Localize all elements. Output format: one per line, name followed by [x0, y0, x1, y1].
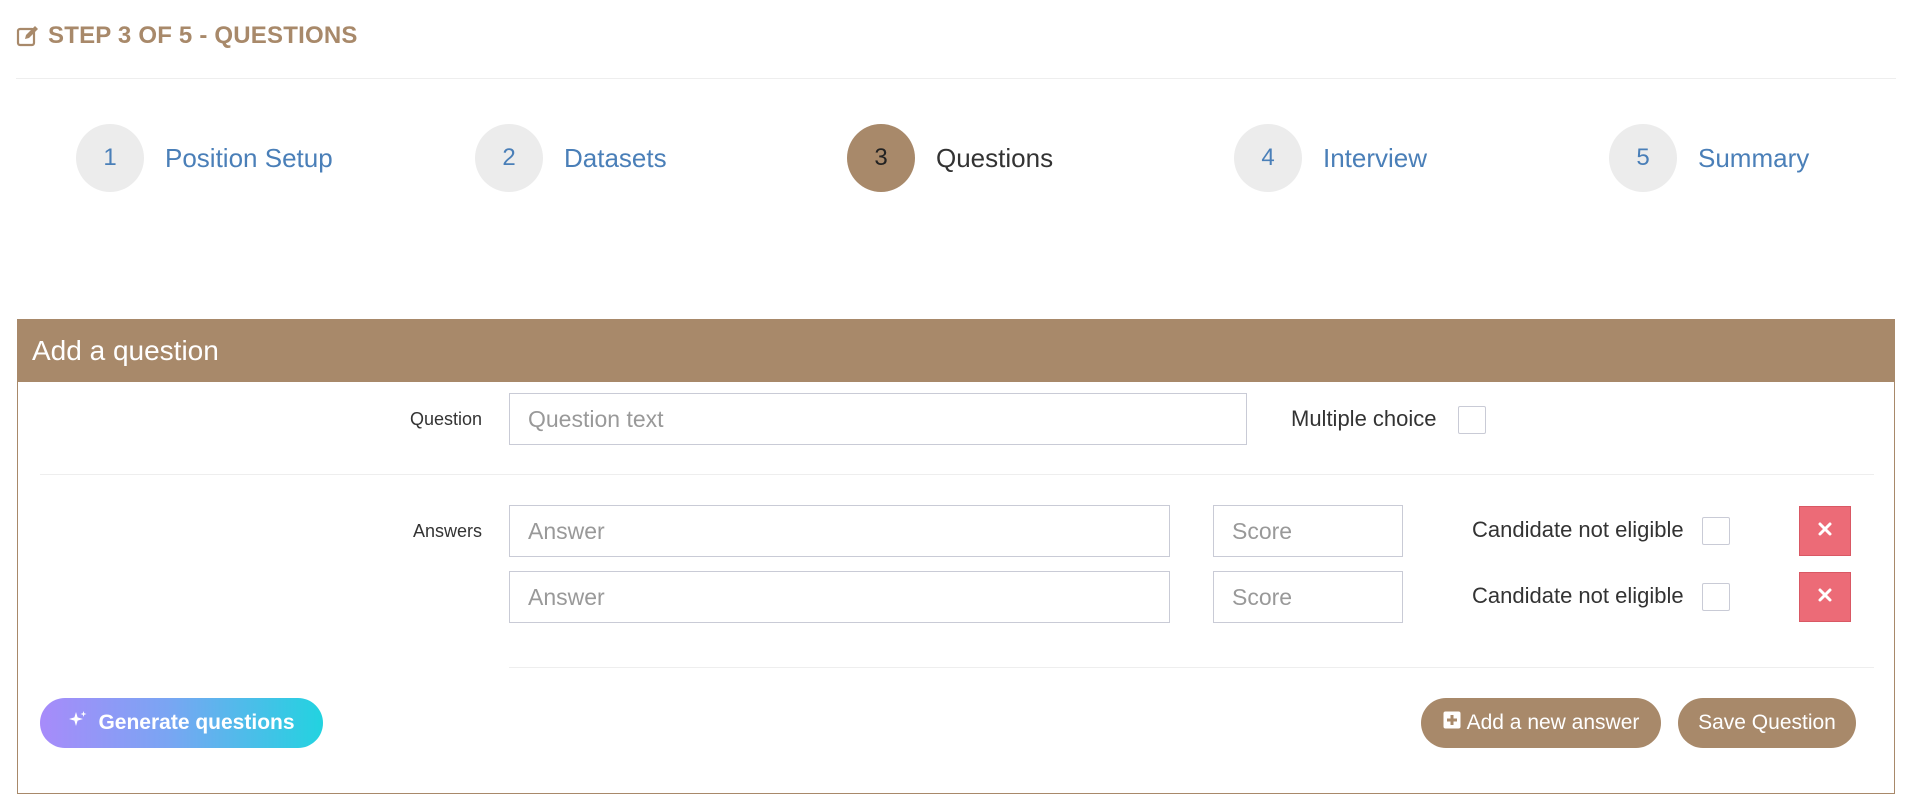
score-input[interactable]: [1213, 571, 1403, 623]
step-position-setup[interactable]: 1 Position Setup: [76, 124, 333, 192]
plus-square-icon: [1443, 711, 1461, 735]
not-eligible-checkbox[interactable]: [1702, 517, 1730, 545]
step-label: Position Setup: [165, 142, 333, 173]
page: STEP 3 OF 5 - QUESTIONS 1 Position Setup…: [0, 0, 1912, 809]
card-title: Add a question: [18, 320, 1894, 382]
not-eligible-label: Candidate not eligible: [1472, 583, 1684, 608]
answer-input[interactable]: [509, 505, 1170, 557]
step-label: Datasets: [564, 142, 667, 173]
step-datasets[interactable]: 2 Datasets: [475, 124, 667, 192]
step-label: Interview: [1323, 142, 1428, 173]
step-interview[interactable]: 4 Interview: [1234, 124, 1427, 192]
step-questions[interactable]: 3 Questions: [847, 124, 1053, 192]
page-title: STEP 3 OF 5 - QUESTIONS: [48, 22, 358, 49]
add-answer-label: Add a new answer: [1466, 711, 1640, 734]
step-summary[interactable]: 5 Summary: [1609, 124, 1809, 192]
add-answer-button[interactable]: Add a new answer: [1421, 698, 1661, 748]
save-question-button[interactable]: Save Question: [1678, 698, 1856, 748]
section-divider: [40, 474, 1874, 475]
save-question-label: Save Question: [1698, 711, 1836, 734]
header-divider: [16, 78, 1896, 79]
multiple-choice-checkbox[interactable]: [1458, 406, 1486, 434]
answer-input[interactable]: [509, 571, 1170, 623]
answers-label: Answers: [412, 521, 482, 541]
not-eligible-label: Candidate not eligible: [1472, 517, 1684, 542]
multiple-choice-label: Multiple choice: [1291, 406, 1437, 431]
step-label: Questions: [936, 142, 1054, 173]
question-label: Question: [409, 409, 482, 429]
question-input[interactable]: [509, 393, 1247, 445]
sparkle-icon: [68, 710, 88, 736]
not-eligible-checkbox[interactable]: [1702, 583, 1730, 611]
step-number: 2: [475, 124, 543, 192]
step-number: 4: [1234, 124, 1302, 192]
step-number: 5: [1609, 124, 1677, 192]
delete-answer-button[interactable]: [1799, 506, 1851, 556]
add-question-card: Add a question Question Multiple choice …: [17, 319, 1895, 794]
step-label: Summary: [1698, 142, 1810, 173]
wizard-stepper: 1 Position Setup 2 Datasets 3 Questions …: [0, 124, 1912, 192]
page-header: STEP 3 OF 5 - QUESTIONS: [16, 22, 358, 50]
close-icon: [1817, 587, 1833, 608]
edit-icon: [16, 24, 40, 48]
section-divider: [509, 667, 1874, 668]
step-number: 3: [847, 124, 915, 192]
score-input[interactable]: [1213, 505, 1403, 557]
close-icon: [1817, 521, 1833, 542]
delete-answer-button[interactable]: [1799, 572, 1851, 622]
step-number: 1: [76, 124, 144, 192]
generate-questions-button[interactable]: Generate questions: [40, 698, 323, 748]
generate-questions-label: Generate questions: [98, 711, 295, 734]
